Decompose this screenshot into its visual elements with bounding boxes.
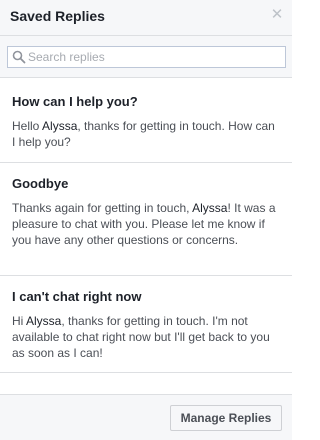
replies-list: How can I help you? Hello Alyssa, thanks… bbox=[0, 78, 292, 394]
reply-title: Goodbye bbox=[12, 176, 69, 191]
reply-text: Hello Alyssa, thanks for getting in touc… bbox=[12, 118, 280, 150]
manage-replies-button[interactable]: Manage Replies bbox=[170, 405, 282, 431]
reply-item[interactable]: Goodbye Thanks again for getting in touc… bbox=[0, 176, 292, 248]
reply-item[interactable]: How can I help you? Hello Alyssa, thanks… bbox=[0, 94, 292, 150]
panel-title: Saved Replies bbox=[10, 8, 105, 24]
reply-text-start: Hello bbox=[12, 119, 43, 133]
reply-text: Hi Alyssa, thanks for getting in touch. … bbox=[12, 313, 280, 361]
contact-name: Alyssa bbox=[192, 201, 228, 215]
search-icon bbox=[12, 50, 26, 64]
divider bbox=[0, 275, 292, 276]
reply-text-start: Thanks again for getting in touch, bbox=[12, 201, 193, 215]
reply-text-start: Hi bbox=[12, 314, 27, 328]
panel-footer: Manage Replies bbox=[0, 394, 292, 440]
reply-item[interactable]: I can't chat right now Hi Alyssa, thanks… bbox=[0, 289, 292, 361]
reply-text: Thanks again for getting in touch, Alyss… bbox=[12, 200, 280, 248]
divider bbox=[0, 372, 292, 373]
close-icon[interactable]: ✕ bbox=[270, 7, 284, 22]
reply-title: How can I help you? bbox=[12, 94, 138, 109]
divider bbox=[0, 162, 292, 163]
contact-name: Alyssa bbox=[26, 314, 62, 328]
search-bar bbox=[0, 36, 292, 78]
reply-title: I can't chat right now bbox=[12, 289, 142, 304]
saved-replies-header: Saved Replies ✕ bbox=[0, 0, 292, 36]
search-input[interactable] bbox=[28, 47, 278, 67]
search-box[interactable] bbox=[7, 46, 286, 68]
contact-name: Alyssa bbox=[42, 119, 78, 133]
